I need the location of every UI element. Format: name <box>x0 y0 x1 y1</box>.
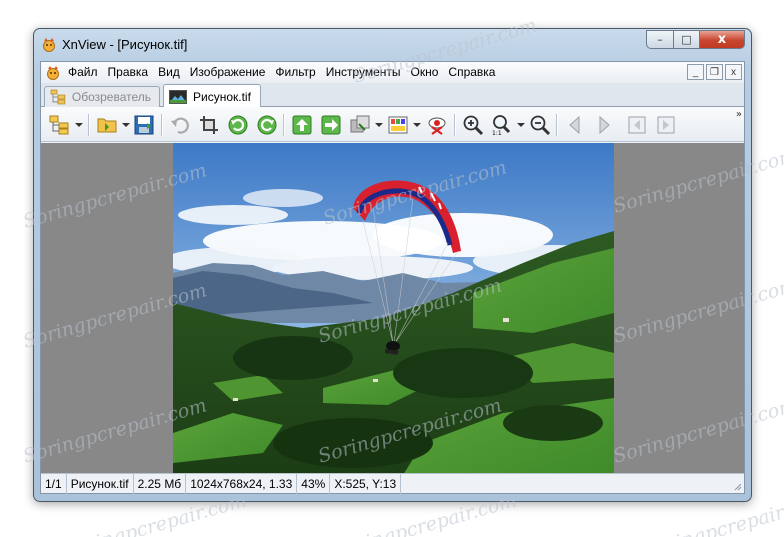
close-button[interactable]: x <box>699 30 745 49</box>
caption-buttons: – □ x <box>646 30 745 49</box>
mdi-minimize-button[interactable]: _ <box>687 64 704 80</box>
zoom-in-icon[interactable] <box>461 113 485 137</box>
image-viewer[interactable] <box>41 143 744 475</box>
status-coords: X:525, Y:13 <box>330 473 402 494</box>
menu-tools[interactable]: Инструменты <box>321 62 406 83</box>
chevron-down-icon[interactable] <box>122 122 130 128</box>
status-zoom: 43% <box>297 473 331 494</box>
chevron-down-icon[interactable] <box>413 122 421 128</box>
palette-icon[interactable] <box>386 113 410 137</box>
tab-browser-label: Обозреватель <box>71 90 151 104</box>
toolbar-separator <box>161 114 162 136</box>
menu-filter[interactable]: Фильтр <box>270 62 320 83</box>
image-icon <box>169 89 187 104</box>
next-image-icon[interactable] <box>592 113 616 137</box>
maximize-button[interactable]: □ <box>673 30 699 49</box>
menu-image[interactable]: Изображение <box>185 62 271 83</box>
title-bar[interactable]: XnView - [Рисунок.tif] – □ x <box>34 29 751 61</box>
undo-icon[interactable] <box>168 113 192 137</box>
menu-bar: Файл Правка Вид Изображение Фильтр Инстр… <box>41 62 744 83</box>
chevron-down-icon[interactable] <box>517 122 525 128</box>
zoom-out-icon[interactable] <box>528 113 552 137</box>
toolbar-overflow-button[interactable]: » <box>736 109 742 120</box>
status-bar: 1/1 Рисунок.tif 2.25 Мб 1024x768x24, 1.3… <box>41 473 744 494</box>
toolbar-separator <box>556 114 557 136</box>
last-image-icon[interactable] <box>654 113 678 137</box>
svg-text:1:1: 1:1 <box>492 130 502 136</box>
status-filename: Рисунок.tif <box>67 473 134 494</box>
crop-icon[interactable] <box>197 113 221 137</box>
toolbar-separator <box>88 114 89 136</box>
toolbar-separator <box>454 114 455 136</box>
save-icon[interactable] <box>132 113 156 137</box>
resize-grip-icon[interactable] <box>732 481 742 491</box>
convert-icon[interactable] <box>348 113 372 137</box>
client-area: Файл Правка Вид Изображение Фильтр Инстр… <box>40 61 745 494</box>
menu-edit[interactable]: Правка <box>103 62 154 83</box>
rotate-left-icon[interactable] <box>226 113 250 137</box>
tab-bar: Обозреватель Рисунок.tif <box>41 83 744 108</box>
folder-tree-icon <box>50 89 66 105</box>
chevron-down-icon[interactable] <box>375 122 383 128</box>
zoom-actual-icon[interactable]: 1:1 <box>490 113 514 137</box>
tab-image-label: Рисунок.tif <box>193 89 251 104</box>
xnview-app-icon[interactable] <box>41 37 57 53</box>
paraglider-photo[interactable] <box>173 143 614 475</box>
menu-window[interactable]: Окно <box>406 62 444 83</box>
toolbar-separator <box>283 114 284 136</box>
minimize-button[interactable]: – <box>646 30 673 49</box>
xnview-window: XnView - [Рисунок.tif] – □ x Файл Правка… <box>33 28 752 502</box>
status-image-index: 1/1 <box>41 473 67 494</box>
tab-browser[interactable]: Обозреватель <box>44 86 160 107</box>
tab-image[interactable]: Рисунок.tif <box>163 84 261 108</box>
window-title: XnView - [Рисунок.tif] <box>62 37 188 52</box>
toolbar: 1:1 » <box>41 107 744 142</box>
mdi-buttons: _ ❐ x <box>687 64 742 80</box>
red-eye-icon[interactable] <box>425 113 449 137</box>
status-filesize: 2.25 Мб <box>134 473 187 494</box>
mdi-restore-button[interactable]: ❐ <box>706 64 723 80</box>
open-folder-icon[interactable] <box>95 113 119 137</box>
browser-tree-icon[interactable] <box>47 113 71 137</box>
status-dimensions: 1024x768x24, 1.33 <box>186 473 298 494</box>
rotate-right-icon[interactable] <box>255 113 279 137</box>
first-image-icon[interactable] <box>625 113 649 137</box>
menu-file[interactable]: Файл <box>63 62 103 83</box>
document-menu-icon[interactable] <box>45 65 61 81</box>
menu-view[interactable]: Вид <box>153 62 185 83</box>
prev-image-icon[interactable] <box>563 113 587 137</box>
chevron-down-icon[interactable] <box>75 122 83 128</box>
set-wallpaper-icon[interactable] <box>290 113 314 137</box>
mdi-close-button[interactable]: x <box>725 64 742 80</box>
menu-help[interactable]: Справка <box>443 62 500 83</box>
export-icon[interactable] <box>319 113 343 137</box>
